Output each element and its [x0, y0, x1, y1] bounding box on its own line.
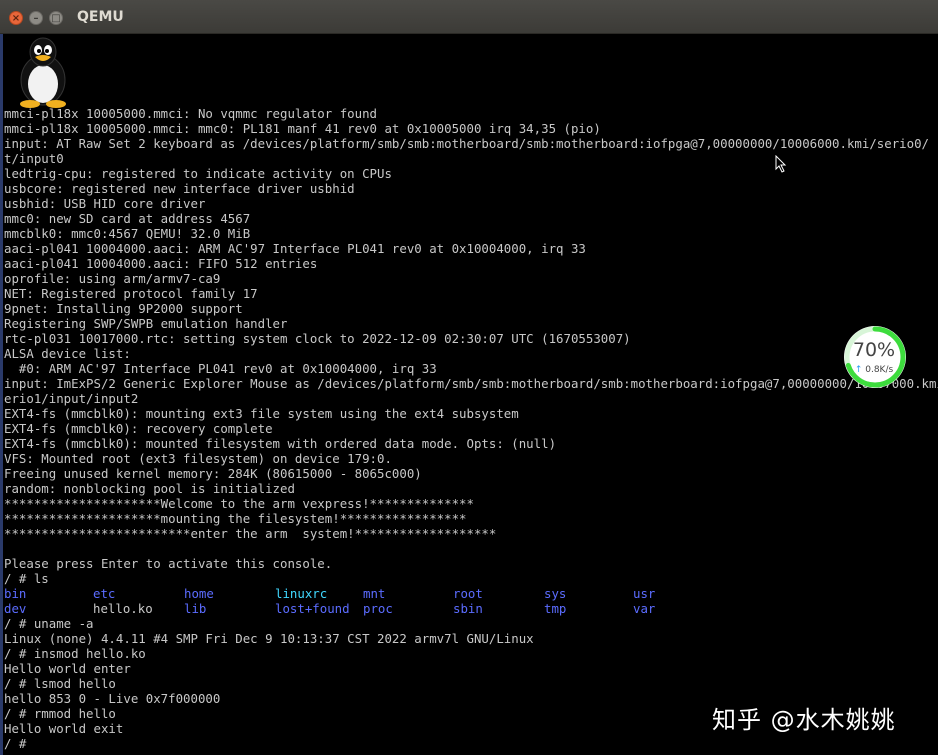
net-speed-value: 0.8K/s — [865, 365, 894, 375]
ls-entry: root — [453, 586, 483, 601]
console-line: *********************Welcome to the arm … — [4, 496, 474, 511]
console-line: input: ImExPS/2 Generic Explorer Mouse a… — [4, 376, 938, 391]
console-output: mmci-pl18x 10005000.mmci: No vqmmc regul… — [4, 106, 938, 586]
console-line: Hello world exit — [4, 721, 124, 736]
ls-entry: home — [184, 586, 214, 601]
window-titlebar[interactable]: × – □ QEMU — [0, 0, 938, 34]
console-line: usbhid: USB HID core driver — [4, 196, 206, 211]
console-line: rtc-pl031 10017000.rtc: setting system c… — [4, 331, 631, 346]
ls-row: dev hello.ko lib lost+found proc sbin tmp var — [4, 601, 704, 616]
tux-penguin-icon — [20, 37, 66, 108]
ls-entry: sbin — [453, 601, 483, 616]
console-line: Linux (none) 4.4.11 #4 SMP Fri Dec 9 10:… — [4, 631, 534, 646]
ls-entry: mnt — [363, 586, 386, 601]
maximize-icon[interactable]: □ — [49, 11, 63, 25]
window-left-edge — [0, 34, 3, 755]
console-line: usbcore: registered new interface driver… — [4, 181, 355, 196]
ls-entry: bin — [4, 586, 27, 601]
console-line: / # insmod hello.ko — [4, 646, 146, 661]
console-line: #0: ARM AC'97 Interface PL041 rev0 at 0x… — [4, 361, 437, 376]
console-line: input: AT Raw Set 2 keyboard as /devices… — [4, 136, 930, 151]
console-line: random: nonblocking pool is initialized — [4, 481, 295, 496]
console-line: EXT4-fs (mmcblk0): mounted filesystem wi… — [4, 436, 557, 451]
console-line: mmcblk0: mmc0:4567 QEMU! 32.0 MiB — [4, 226, 251, 241]
console-line: Registering SWP/SWPB emulation handler — [4, 316, 288, 331]
console-line: *************************enter the arm s… — [4, 526, 497, 541]
ls-row: bin etc home linuxrc mnt root sys usr — [4, 586, 704, 601]
console-line: EXT4-fs (mmcblk0): recovery complete — [4, 421, 273, 436]
minimize-icon[interactable]: – — [29, 11, 43, 25]
ls-entry: usr — [633, 586, 656, 601]
console-line: / # rmmod hello — [4, 706, 116, 721]
console-line: *********************mounting the filesy… — [4, 511, 467, 526]
console-line: VFS: Mounted root (ext3 filesystem) on d… — [4, 451, 392, 466]
cpu-usage-widget[interactable]: 70% ↑ 0.8K/s — [842, 324, 908, 390]
window-title: QEMU — [77, 9, 124, 25]
ls-entry: hello.ko — [93, 601, 153, 616]
ls-output: bin etc home linuxrc mnt root sys usr dev hello.k… — [4, 586, 704, 616]
ls-entry: lost+found — [275, 601, 350, 616]
console-line: Hello world enter — [4, 661, 131, 676]
net-speed: ↑ 0.8K/s — [842, 365, 906, 375]
console-line: 9pnet: Installing 9P2000 support — [4, 301, 243, 316]
mouse-pointer-icon — [775, 155, 787, 173]
ls-entry: var — [633, 601, 656, 616]
upload-arrow-icon: ↑ — [854, 365, 863, 375]
console-line: mmci-pl18x 10005000.mmci: mmc0: PL181 ma… — [4, 121, 601, 136]
console-line: NET: Registered protocol family 17 — [4, 286, 258, 301]
console-line: Freeing unused kernel memory: 284K (8061… — [4, 466, 422, 481]
console-line: aaci-pl041 10004000.aaci: ARM AC'97 Inte… — [4, 241, 586, 256]
console-commands: / # uname -a Linux (none) 4.4.11 #4 SMP F… — [4, 616, 534, 751]
ls-entry: tmp — [544, 601, 567, 616]
console-line: / # — [4, 736, 34, 751]
ls-entry: linuxrc — [275, 586, 328, 601]
console-line: hello 853 0 - Live 0x7f000000 — [4, 691, 221, 706]
console-line: / # ls — [4, 571, 49, 586]
console-line: erio1/input/input2 — [4, 391, 139, 406]
ls-entry: sys — [544, 586, 567, 601]
usage-percent: 70% — [852, 339, 896, 361]
qemu-display[interactable]: mmci-pl18x 10005000.mmci: No vqmmc regul… — [0, 34, 938, 755]
console-line: mmc0: new SD card at address 4567 — [4, 211, 251, 226]
console-line: ALSA device list: — [4, 346, 131, 361]
console-line: / # lsmod hello — [4, 676, 116, 691]
console-line: oprofile: using arm/armv7-ca9 — [4, 271, 221, 286]
console-line: / # uname -a — [4, 616, 94, 631]
console-line: ledtrig-cpu: registered to indicate acti… — [4, 166, 392, 181]
console-line: Please press Enter to activate this cons… — [4, 556, 333, 571]
console-line: aaci-pl041 10004000.aaci: FIFO 512 entri… — [4, 256, 318, 271]
console-line: EXT4-fs (mmcblk0): mounting ext3 file sy… — [4, 406, 519, 421]
ls-entry: lib — [184, 601, 207, 616]
ls-entry: etc — [93, 586, 116, 601]
close-icon[interactable]: × — [9, 11, 23, 25]
watermark: 知乎 @水木姚姚 — [712, 706, 896, 734]
ls-entry: proc — [363, 601, 393, 616]
ls-entry: dev — [4, 601, 27, 616]
console-line: mmci-pl18x 10005000.mmci: No vqmmc regul… — [4, 106, 377, 121]
console-line: t/input0 — [4, 151, 64, 166]
